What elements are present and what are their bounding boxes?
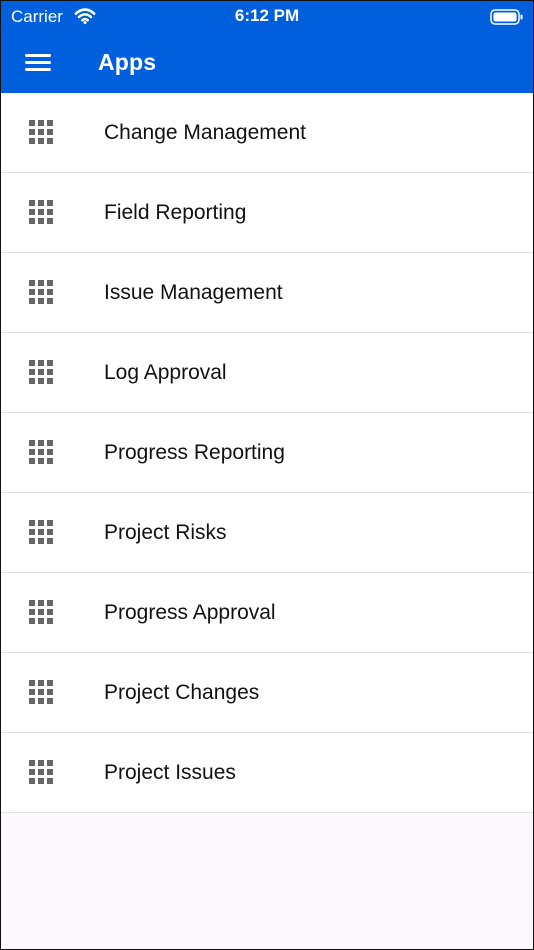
clock-time: 6:12 PM [234, 6, 300, 25]
app-header: Apps [1, 33, 533, 93]
app-label: Field Reporting [104, 201, 247, 224]
grid-icon [29, 360, 53, 384]
app-label: Project Changes [104, 681, 260, 704]
app-label: Progress Reporting [104, 441, 285, 464]
app-list-item[interactable]: Project Issues [1, 733, 533, 813]
app-list-item[interactable]: Log Approval [1, 333, 533, 413]
app-label: Project Risks [104, 521, 227, 544]
app-list-item[interactable]: Project Risks [1, 493, 533, 573]
app-list-item[interactable]: Project Changes [1, 653, 533, 733]
grid-icon [29, 520, 53, 544]
grid-icon [29, 440, 53, 464]
app-label: Change Management [104, 121, 306, 144]
status-bar: Carrier 6:12 PM [1, 1, 533, 33]
app-label: Progress Approval [104, 601, 276, 624]
app-list-item[interactable]: Issue Management [1, 253, 533, 333]
grid-icon [29, 120, 53, 144]
grid-icon [29, 680, 53, 704]
grid-icon [29, 280, 53, 304]
app-list-item[interactable]: Progress Reporting [1, 413, 533, 493]
app-list-item[interactable]: Change Management [1, 93, 533, 173]
grid-icon [29, 760, 53, 784]
app-label: Issue Management [104, 281, 283, 304]
hamburger-menu-icon[interactable] [23, 50, 55, 76]
app-list-item[interactable]: Field Reporting [1, 173, 533, 253]
app-screen: Carrier 6:12 PM Apps Change Management Fi… [0, 0, 534, 950]
app-label: Log Approval [104, 361, 227, 384]
grid-icon [29, 200, 53, 224]
battery-icon [490, 9, 523, 25]
grid-icon [29, 600, 53, 624]
page-title: Apps [98, 49, 157, 75]
app-list-item[interactable]: Progress Approval [1, 573, 533, 653]
apps-list: Change Management Field Reporting Issue Ma… [1, 93, 533, 813]
app-label: Project Issues [104, 761, 236, 784]
